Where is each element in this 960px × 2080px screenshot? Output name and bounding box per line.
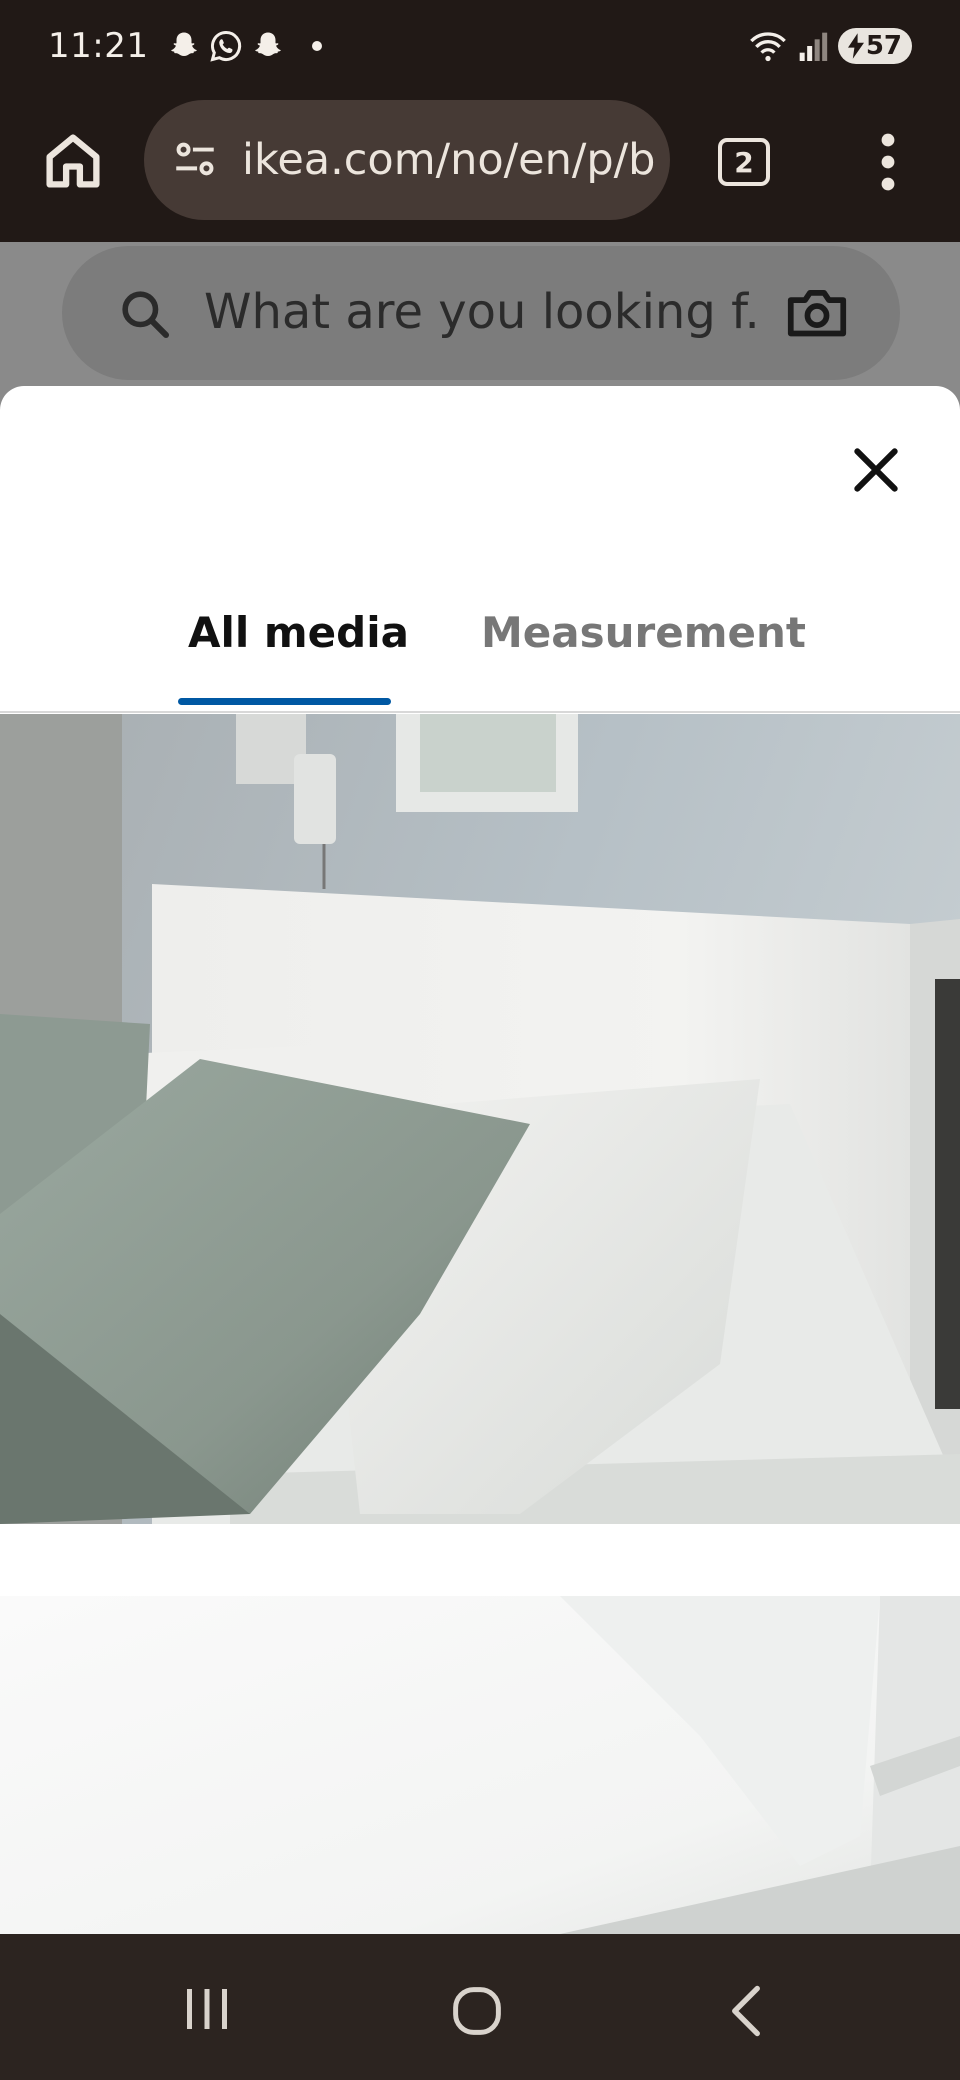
system-navigation-bar <box>0 1934 960 2080</box>
media-modal: All media Measurement <box>0 386 960 1934</box>
wifi-icon <box>749 32 786 62</box>
close-icon[interactable] <box>848 442 904 498</box>
status-indicators: 57 <box>748 28 912 64</box>
home-icon[interactable] <box>40 128 106 194</box>
search-input[interactable]: What are you looking f... <box>204 284 764 340</box>
more-notifications-dot <box>312 41 323 51</box>
status-bar: 11:21 57 <box>0 0 960 92</box>
status-time: 11:21 <box>48 26 149 66</box>
url-text[interactable]: ikea.com/no/en/p/b <box>242 135 662 185</box>
site-settings-icon[interactable] <box>170 135 220 185</box>
snapchat-icon <box>255 32 282 57</box>
product-image-headboard[interactable] <box>0 714 960 1524</box>
signal-icon <box>799 32 827 61</box>
battery-level: 57 <box>865 31 902 61</box>
back-icon[interactable] <box>726 1984 766 2038</box>
search-bar[interactable]: What are you looking f... <box>62 246 900 380</box>
address-bar[interactable]: ikea.com/no/en/p/b <box>144 100 670 220</box>
home-button-icon[interactable] <box>450 1984 504 2038</box>
tab-count: 2 <box>734 145 754 179</box>
charging-icon <box>847 33 864 59</box>
tab-divider <box>0 711 960 713</box>
notification-icons <box>166 28 323 64</box>
product-image-bed-drawers[interactable] <box>0 1596 960 1934</box>
battery-indicator: 57 <box>837 28 912 64</box>
search-icon <box>122 291 170 339</box>
tab-switcher-button[interactable]: 2 <box>718 138 770 186</box>
whatsapp-icon <box>210 30 242 62</box>
snapchat-icon <box>171 32 198 57</box>
active-tab-indicator <box>178 698 391 705</box>
browser-toolbar: ikea.com/no/en/p/b 2 <box>0 92 960 242</box>
tab-measurement[interactable]: Measurement <box>481 608 806 657</box>
camera-icon[interactable] <box>786 284 848 340</box>
tab-all-media[interactable]: All media <box>188 608 409 657</box>
recent-apps-icon[interactable] <box>182 1984 232 2034</box>
more-options-icon[interactable] <box>868 132 908 192</box>
